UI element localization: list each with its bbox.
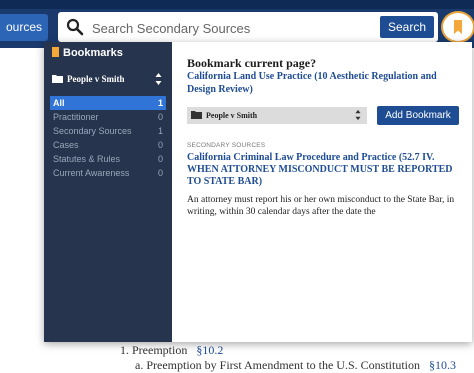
category-item-statutes-rules[interactable]: Statutes & Rules 0 [50, 152, 166, 166]
category-item-secondary-sources[interactable]: Secondary Sources 1 [50, 124, 166, 138]
updown-arrows-icon [155, 73, 162, 85]
bookmark-result-link[interactable]: California Criminal Law Procedure and Pr… [187, 152, 467, 188]
folder-icon [52, 75, 63, 83]
folder-icon [191, 111, 202, 119]
category-count: 0 [157, 168, 163, 178]
category-count: 0 [157, 112, 163, 122]
category-count: 0 [157, 154, 163, 164]
top-navigation-bar: ources Search [0, 0, 474, 48]
current-page-title: California Land Use Practice (10 Aesthet… [187, 71, 437, 95]
search-button[interactable]: Search [379, 16, 434, 38]
search-icon [66, 18, 84, 36]
category-label: Practitioner [53, 112, 99, 122]
bookmarks-header: Bookmarks [52, 46, 123, 60]
add-bookmark-button[interactable]: Add Bookmark [377, 106, 459, 125]
bookmark-category-list: All 1 Practitioner 0 Secondary Sources 1 Ca… [50, 96, 166, 180]
result-category: SECONDARY SOURCES [187, 142, 266, 149]
category-count: 0 [157, 140, 163, 150]
top-strip [0, 0, 474, 9]
category-label: All [53, 98, 65, 108]
bookmark-prompt-title: Bookmark current page? [187, 56, 317, 70]
category-item-practitioner[interactable]: Practitioner 0 [50, 110, 166, 124]
category-item-cases[interactable]: Cases 0 [50, 138, 166, 152]
folder-select-value: People v Smith [206, 111, 258, 120]
folder-select[interactable]: People v Smith [187, 107, 367, 124]
folder-selector-label: People v Smith [67, 74, 125, 84]
category-label: Current Awareness [53, 168, 130, 178]
category-count: 1 [157, 98, 163, 108]
doc-line-text: a. Preemption by First Amendment to the … [135, 358, 420, 372]
category-item-current-awareness[interactable]: Current Awareness 0 [50, 166, 166, 180]
bookmarks-popup: Bookmarks People v Smith All 1 Practition… [44, 42, 472, 342]
doc-section-link[interactable]: §10.2 [196, 343, 223, 357]
bookmark-result-snippet: An attorney must report his or her own m… [187, 195, 455, 217]
category-label: Secondary Sources [53, 126, 132, 136]
bookmarks-toggle-button[interactable] [441, 11, 474, 43]
category-count: 1 [157, 126, 163, 136]
folder-selector[interactable]: People v Smith [52, 72, 164, 86]
bookmark-icon [454, 20, 462, 34]
bookmarks-title: Bookmarks [63, 47, 123, 59]
updown-arrows-icon [355, 109, 361, 121]
doc-section-link[interactable]: §10.3 [429, 358, 456, 372]
bookmark-icon [52, 47, 59, 57]
sources-tab[interactable]: ources [0, 14, 49, 41]
category-item-all[interactable]: All 1 [50, 96, 166, 110]
search-box: Search [58, 12, 438, 42]
search-input[interactable] [90, 15, 384, 41]
doc-line-preemption: 1. Preemption §10.2 [120, 343, 223, 358]
bookmarks-sidebar: Bookmarks People v Smith All 1 Practition… [44, 42, 172, 342]
doc-line-text: 1. Preemption [120, 343, 188, 357]
bookmark-panel: Bookmark current page? California Land U… [172, 42, 472, 342]
category-label: Cases [53, 140, 79, 150]
category-label: Statutes & Rules [53, 154, 121, 164]
